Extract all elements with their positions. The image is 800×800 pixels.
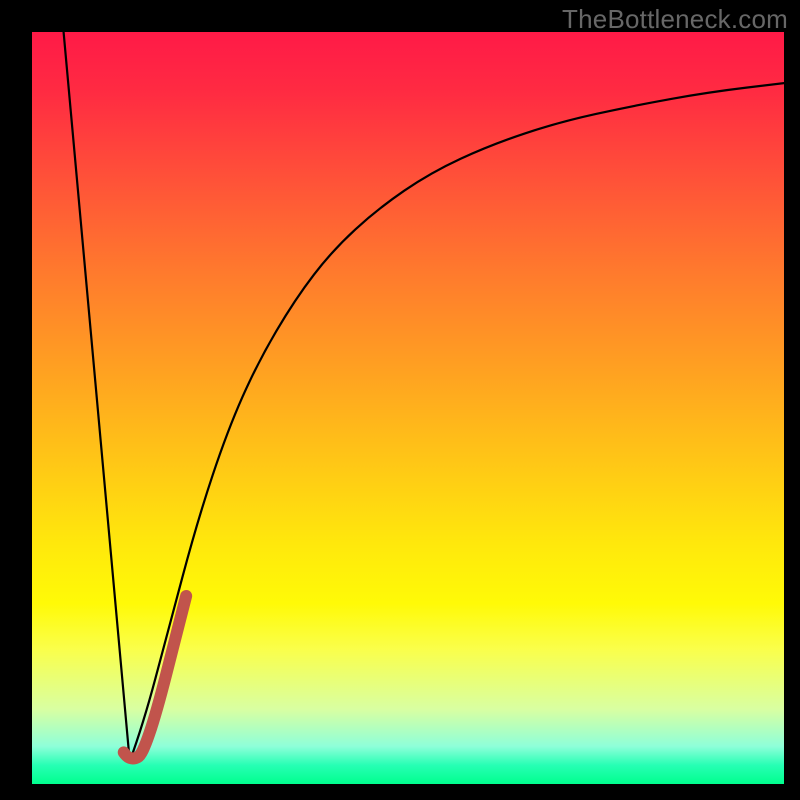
- curve-right-ascend: [130, 83, 784, 761]
- chart-frame: TheBottleneck.com: [0, 0, 800, 800]
- curve-left-descent: [64, 32, 130, 761]
- chart-svg: [32, 32, 784, 784]
- curve-layer: [64, 32, 784, 761]
- plot-area: [32, 32, 784, 784]
- watermark-text: TheBottleneck.com: [562, 4, 788, 35]
